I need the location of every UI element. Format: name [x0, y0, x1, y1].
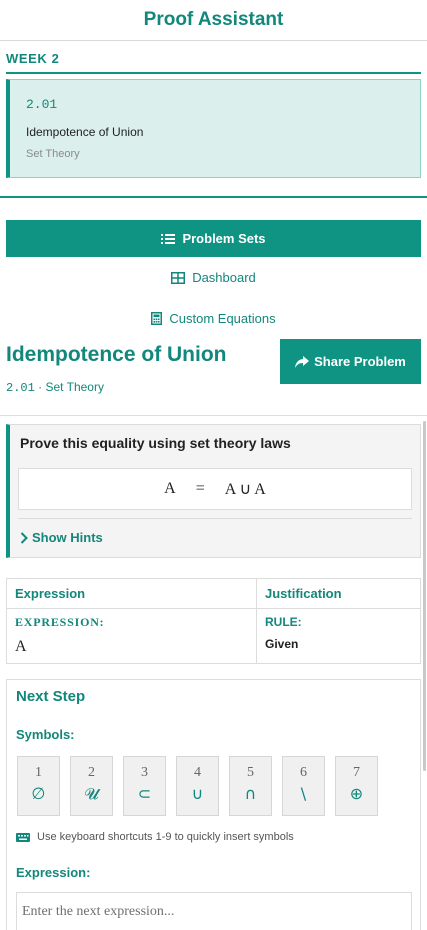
prove-divider	[18, 518, 412, 519]
list-icon	[161, 233, 176, 244]
app-header: Proof Assistant	[0, 0, 427, 41]
problem-card-title: Idempotence of Union	[26, 125, 144, 139]
symbol-button-intersection[interactable]: 5 ∩	[229, 756, 272, 816]
equation-operator: =	[195, 480, 205, 497]
symbol-shortcut: 5	[247, 765, 254, 780]
share-problem-button[interactable]: Share Problem	[280, 339, 421, 384]
symbol-button-empty-set[interactable]: 1 ∅	[17, 756, 60, 816]
rule-value: Given	[265, 637, 299, 651]
rule-label: RULE:	[265, 615, 302, 629]
symbol-palette: 1 ∅ 2 𝓤 3 ⊂ 4 ∪ 5 ∩ 6 \ 7 ⊕	[17, 756, 388, 816]
symbol-shortcut: 2	[88, 765, 95, 780]
proof-table: Expression Justification EXPRESSION: A R…	[6, 578, 421, 664]
equation-lhs: A	[164, 480, 176, 497]
expression-value: A	[15, 638, 27, 655]
symbol-button-universe[interactable]: 2 𝓤	[70, 756, 113, 816]
symbols-label: Symbols:	[16, 727, 75, 742]
problem-card-subtitle: Set Theory	[26, 148, 80, 160]
meta-separator: ·	[34, 380, 46, 394]
calculator-icon	[151, 312, 163, 325]
header-expression: Expression	[7, 579, 257, 608]
symbol-glyph: ∅	[31, 784, 46, 803]
nav-problem-sets-button[interactable]: Problem Sets	[6, 220, 421, 257]
expression-input-label: Expression:	[16, 865, 91, 880]
expression-label: EXPRESSION:	[15, 615, 105, 629]
expression-input[interactable]	[16, 892, 412, 930]
symbol-button-difference[interactable]: 6 \	[282, 756, 325, 816]
app-title: Proof Assistant	[143, 9, 284, 30]
page-scrollbar[interactable]	[423, 421, 426, 771]
symbol-glyph: ∩	[244, 784, 257, 803]
nav-problem-sets-label: Problem Sets	[182, 231, 266, 246]
prove-panel: Prove this equality using set theory law…	[6, 424, 421, 558]
share-problem-label: Share Problem	[314, 354, 406, 369]
grid-icon	[171, 271, 186, 284]
symbol-glyph: \	[300, 784, 307, 803]
symbol-button-union[interactable]: 4 ∪	[176, 756, 219, 816]
keyboard-icon	[16, 832, 30, 842]
nav-dashboard-label: Dashboard	[192, 270, 256, 285]
problem-header: Idempotence of Union 2.01 · Set Theory S…	[0, 339, 427, 403]
week-label: WEEK 2	[6, 51, 60, 66]
symbol-shortcut: 1	[35, 765, 42, 780]
next-step-panel: Next Step Symbols: 1 ∅ 2 𝓤 3 ⊂ 4 ∪ 5 ∩ 6…	[6, 679, 421, 930]
symbol-shortcut: 3	[141, 765, 148, 780]
problem-category: Set Theory	[45, 380, 104, 394]
nav-custom-equations-label: Custom Equations	[169, 311, 276, 326]
problem-code: 2.01	[6, 381, 35, 395]
keyboard-hint-text: Use keyboard shortcuts 1-9 to quickly in…	[37, 831, 294, 843]
symbol-shortcut: 6	[300, 765, 307, 780]
equation-rhs: A ∪ A	[224, 481, 266, 498]
symbol-glyph: ∪	[191, 784, 204, 803]
symbol-glyph: ⊕	[349, 784, 364, 803]
header-divider	[0, 415, 427, 416]
problem-card[interactable]: 2.01 Idempotence of Union Set Theory	[6, 79, 421, 178]
keyboard-hint: Use keyboard shortcuts 1-9 to quickly in…	[16, 831, 294, 843]
problem-meta: 2.01 · Set Theory	[6, 380, 104, 395]
nav-dashboard-link[interactable]: Dashboard	[0, 257, 427, 298]
symbol-button-symmetric-difference[interactable]: 7 ⊕	[335, 756, 378, 816]
table-row: EXPRESSION: A RULE: Given	[7, 609, 420, 663]
symbol-button-subset[interactable]: 3 ⊂	[123, 756, 166, 816]
symbol-glyph: ⊂	[137, 784, 152, 803]
symbol-glyph: 𝓤	[84, 784, 99, 803]
week-divider	[6, 72, 421, 74]
next-step-title: Next Step	[16, 688, 86, 705]
problem-title: Idempotence of Union	[6, 343, 227, 366]
rule-cell: RULE: Given	[257, 609, 420, 663]
chevron-right-icon	[20, 531, 28, 544]
symbol-shortcut: 7	[353, 765, 360, 780]
header-justification: Justification	[265, 586, 342, 601]
nav-custom-equations-link[interactable]: Custom Equations	[0, 298, 427, 339]
symbol-shortcut: 4	[194, 765, 201, 780]
problem-card-code: 2.01	[26, 97, 58, 112]
expression-cell: EXPRESSION: A	[7, 609, 257, 663]
share-icon	[295, 355, 310, 368]
target-equation: A = A ∪ A	[18, 468, 412, 510]
show-hints-label: Show Hints	[32, 530, 103, 545]
table-header: Expression Justification	[7, 579, 420, 609]
show-hints-toggle[interactable]: Show Hints	[20, 530, 103, 545]
section-divider	[0, 196, 427, 198]
prove-instruction: Prove this equality using set theory law…	[20, 435, 291, 451]
